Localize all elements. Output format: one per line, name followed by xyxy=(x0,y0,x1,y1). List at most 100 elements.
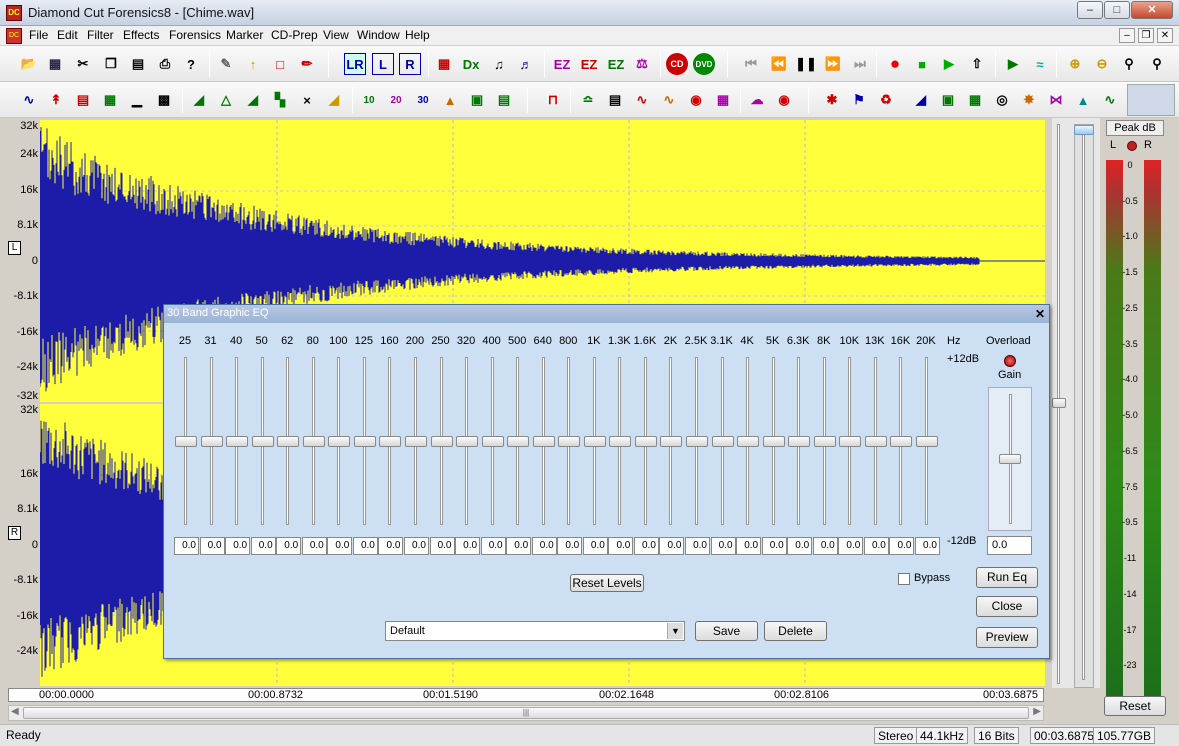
recycle-icon[interactable]: ♻ xyxy=(875,89,897,111)
reset-levels-button[interactable]: Reset Levels xyxy=(570,574,644,592)
band-value-field[interactable]: 0.0 xyxy=(889,537,915,555)
band-value-field[interactable]: 0.0 xyxy=(812,537,838,555)
band-slider-thumb[interactable] xyxy=(200,436,223,447)
record-icon[interactable]: ● xyxy=(884,53,906,75)
bars-icon[interactable]: ▁ xyxy=(126,89,148,111)
matrix-icon[interactable]: ▦ xyxy=(964,89,986,111)
right-channel-label[interactable]: R xyxy=(8,526,21,540)
band-value-field[interactable]: 0.0 xyxy=(531,537,557,555)
band-slider-thumb[interactable] xyxy=(864,436,887,447)
band-slider-thumb[interactable] xyxy=(660,436,683,447)
left-channel-icon[interactable]: L xyxy=(372,53,394,75)
square-wave-icon[interactable]: ⊓ xyxy=(542,89,564,111)
butterfly-icon[interactable]: ⋈ xyxy=(1045,89,1067,111)
horizontal-scrollbar[interactable]: ◀ ||| ▶ xyxy=(8,705,1044,721)
gain-value-field[interactable]: 0.0 xyxy=(987,536,1032,555)
menu-window[interactable]: Window xyxy=(357,28,400,42)
ez2-icon[interactable]: EZ xyxy=(578,53,600,75)
band-slider-thumb[interactable] xyxy=(839,436,862,447)
band-slider-thumb[interactable] xyxy=(711,436,734,447)
wave-icon[interactable]: ∿ xyxy=(1099,89,1121,111)
menu-marker[interactable]: Marker xyxy=(226,28,263,42)
cross-icon[interactable]: × xyxy=(296,89,318,111)
wave-cleaner-icon[interactable]: ▦ xyxy=(433,53,455,75)
band-value-field[interactable]: 0.0 xyxy=(685,537,710,555)
band-slider-thumb[interactable] xyxy=(277,436,300,447)
band-value-field[interactable]: 0.0 xyxy=(225,537,251,555)
scroll-right-icon[interactable]: ▶ xyxy=(1033,706,1041,717)
menu-filter[interactable]: Filter xyxy=(87,28,114,42)
band-value-field[interactable]: 0.0 xyxy=(557,537,583,555)
app-icon[interactable]: DC xyxy=(6,5,22,21)
band-slider-thumb[interactable] xyxy=(915,436,938,447)
copy-icon[interactable]: ❐ xyxy=(100,53,122,75)
image-icon[interactable]: ▤ xyxy=(493,89,515,111)
band-slider-thumb[interactable] xyxy=(226,436,249,447)
band-slider-thumb[interactable] xyxy=(609,436,632,447)
preset-dropdown[interactable]: Default ▼ xyxy=(385,621,685,641)
ocean-icon[interactable]: ≈ xyxy=(1029,53,1051,75)
lr-channel-icon[interactable]: LR xyxy=(344,53,366,75)
plant-icon[interactable]: ▣ xyxy=(937,89,959,111)
marker-icon[interactable]: ↑ xyxy=(242,53,264,75)
level-slider-thumb[interactable] xyxy=(1074,125,1094,135)
play-icon[interactable]: ▶ xyxy=(938,53,960,75)
run-eq-button[interactable]: Run Eq xyxy=(976,567,1038,588)
band-slider-thumb[interactable] xyxy=(532,436,555,447)
band-slider-thumb[interactable] xyxy=(251,436,274,447)
mdi-close-button[interactable]: ✕ xyxy=(1157,28,1173,43)
gain-slider[interactable] xyxy=(988,387,1032,531)
band-value-field[interactable]: 0.0 xyxy=(327,537,353,555)
band-slider-thumb[interactable] xyxy=(507,436,530,447)
rainbow-icon[interactable]: ▲ xyxy=(439,89,461,111)
right-channel-icon[interactable]: R xyxy=(399,53,421,75)
band-slider-thumb[interactable] xyxy=(686,436,708,447)
menu-effects[interactable]: Effects xyxy=(123,28,159,42)
band-slider-thumb[interactable] xyxy=(302,436,325,447)
ez-icon[interactable]: EZ xyxy=(551,53,573,75)
band-slider-thumb[interactable] xyxy=(737,436,760,447)
dx-icon[interactable]: Dx xyxy=(460,53,482,75)
peaks-icon[interactable]: ↟ xyxy=(45,89,67,111)
save-preset-button[interactable]: Save xyxy=(695,621,758,641)
rewind-icon[interactable]: ⏪ xyxy=(768,53,790,75)
band-value-field[interactable]: 0.0 xyxy=(582,537,608,555)
band-value-field[interactable]: 0.0 xyxy=(199,537,225,555)
band-slider-thumb[interactable] xyxy=(175,436,197,447)
ez3-icon[interactable]: EZ xyxy=(605,53,627,75)
band-value-field[interactable]: 0.0 xyxy=(174,537,199,555)
lips-icon[interactable]: ◉ xyxy=(773,89,795,111)
band-value-field[interactable]: 0.0 xyxy=(352,537,378,555)
grid-icon[interactable]: ▦ xyxy=(99,89,121,111)
band-value-field[interactable]: 0.0 xyxy=(276,537,302,555)
band-value-field[interactable]: 0.0 xyxy=(838,537,864,555)
fast-forward-icon[interactable]: ⏩ xyxy=(822,53,844,75)
spectrum-icon[interactable]: ▤ xyxy=(72,89,94,111)
band-value-field[interactable]: 0.0 xyxy=(455,537,481,555)
pause-icon[interactable]: ❚❚ xyxy=(795,53,817,75)
band-slider-thumb[interactable] xyxy=(353,436,376,447)
menu-view[interactable]: View xyxy=(323,28,349,42)
band-value-field[interactable]: 0.0 xyxy=(863,537,889,555)
band-slider-thumb[interactable] xyxy=(558,436,581,447)
stop-icon[interactable]: ■ xyxy=(911,53,933,75)
chart-icon[interactable]: ▤ xyxy=(604,89,626,111)
maximize-button[interactable]: □ xyxy=(1104,1,1130,19)
band-value-field[interactable]: 0.0 xyxy=(403,537,429,555)
menu-help[interactable]: Help xyxy=(405,28,430,42)
eq20-icon[interactable]: 20 xyxy=(385,89,407,111)
band-value-field[interactable]: 0.0 xyxy=(914,537,940,555)
eq30-icon[interactable]: 30 xyxy=(412,89,434,111)
save-icon[interactable]: ▦ xyxy=(44,53,66,75)
mdi-minimize-button[interactable]: – xyxy=(1119,28,1135,43)
paste-icon[interactable]: ▤ xyxy=(127,53,149,75)
umbrella-icon[interactable]: ▲ xyxy=(1072,89,1094,111)
clip-indicator-icon[interactable] xyxy=(1127,141,1137,151)
band-value-field[interactable]: 0.0 xyxy=(429,537,455,555)
band-value-field[interactable]: 0.0 xyxy=(710,537,736,555)
band-value-field[interactable]: 0.0 xyxy=(736,537,762,555)
calculator-icon[interactable]: ▦ xyxy=(712,89,734,111)
cut-icon[interactable]: ✂ xyxy=(72,53,94,75)
band-value-field[interactable]: 0.0 xyxy=(608,537,634,555)
menu-edit[interactable]: Edit xyxy=(57,28,78,42)
